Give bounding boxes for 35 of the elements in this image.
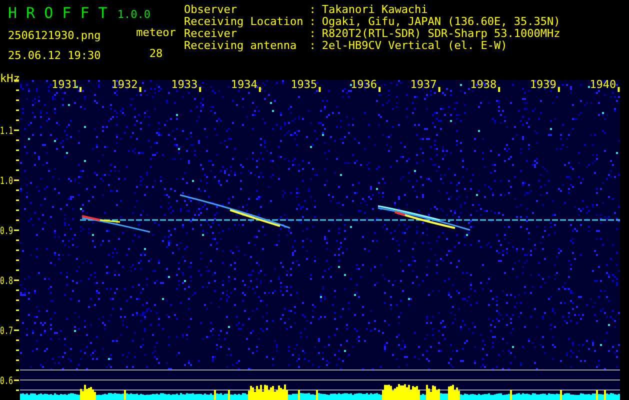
info-label: Receiving antenna bbox=[184, 40, 298, 52]
x-tick-label: 1932 bbox=[111, 78, 138, 91]
y-tick-label: 0.7 bbox=[0, 326, 18, 337]
meteor-label: meteor bbox=[136, 26, 176, 39]
info-separator: : bbox=[309, 16, 316, 28]
info-value: 2el-HB9CV Vertical (el. E-W) bbox=[322, 40, 508, 52]
info-value: Ogaki, Gifu, JAPAN (136.60E, 35.35N) bbox=[322, 16, 560, 28]
x-tick-label: 1938 bbox=[470, 78, 497, 91]
info-separator: : bbox=[309, 4, 316, 16]
y-tick-label: 0.6 bbox=[0, 376, 18, 387]
info-separator: : bbox=[309, 40, 316, 52]
x-tick-label: 1933 bbox=[171, 78, 198, 91]
x-tick-label: 1931 bbox=[52, 78, 78, 91]
x-tick-label: 1940 bbox=[590, 78, 616, 91]
y-tick-label: 0.9 bbox=[0, 226, 18, 237]
info-value: Takanori Kawachi bbox=[322, 4, 429, 16]
file-name: 2506121930.png bbox=[8, 29, 102, 42]
info-label: Observer bbox=[184, 4, 238, 16]
x-tick-label: 1935 bbox=[290, 78, 318, 91]
y-tick-label: 1.0 bbox=[0, 176, 18, 187]
y-tick-label: 1.1 bbox=[0, 126, 18, 137]
info-label: Receiving Location bbox=[184, 16, 304, 28]
x-tick-label: 1936 bbox=[350, 78, 377, 91]
info-separator: : bbox=[309, 28, 316, 40]
info-label: Receiver bbox=[184, 28, 237, 40]
app-title: H R O F F T bbox=[8, 4, 108, 22]
info-value: R820T2(RTL-SDR) SDR-Sharp 53.1000MHz bbox=[322, 28, 560, 40]
date-time: 25.06.12 19:30 bbox=[8, 49, 102, 62]
meteor-count: 28 bbox=[149, 47, 163, 60]
x-tick-label: 1934 bbox=[230, 78, 258, 91]
version-label: 1.0.0 bbox=[117, 8, 150, 21]
x-tick-label: 1937 bbox=[410, 78, 437, 91]
y-axis-unit: kHz bbox=[0, 72, 20, 85]
x-tick-label: 1939 bbox=[530, 78, 556, 91]
y-tick-label: 0.8 bbox=[0, 276, 18, 287]
